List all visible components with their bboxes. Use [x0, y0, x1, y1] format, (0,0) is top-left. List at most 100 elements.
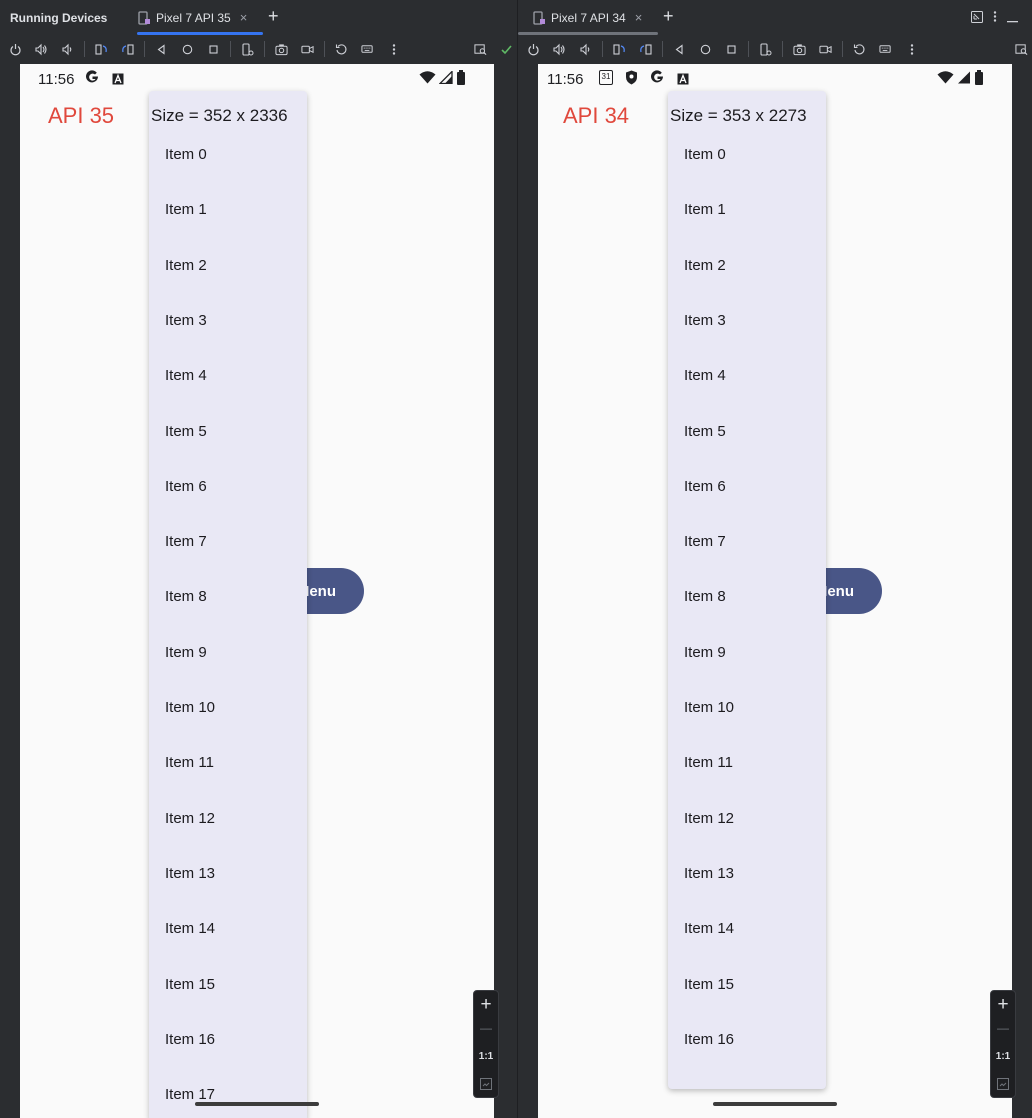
menu-item[interactable]: Item 12	[684, 810, 734, 827]
menu-item[interactable]: Item 0	[684, 146, 726, 163]
fit-screen-icon[interactable]	[997, 1077, 1009, 1095]
toolbar-separator	[144, 41, 145, 57]
layout-inspector-icon[interactable]	[1015, 43, 1028, 56]
device-screen-api-35[interactable]: 11:56 API 35 Menu Size = 352 x 2336 Item…	[20, 64, 494, 1118]
menu-item[interactable]: Item 0	[165, 146, 207, 163]
menu-item[interactable]: Item 2	[684, 257, 726, 274]
tab-pixel-7-api-35[interactable]: Pixel 7 API 35 ×	[137, 0, 263, 35]
reset-icon[interactable]	[853, 43, 866, 56]
menu-item[interactable]: Item 4	[165, 367, 207, 384]
menu-item[interactable]: Item 3	[165, 312, 207, 329]
menu-item[interactable]: Item 10	[684, 699, 734, 716]
tab-label: Pixel 7 API 34	[551, 10, 626, 25]
screen-record-icon[interactable]	[819, 43, 832, 56]
fit-screen-icon[interactable]	[480, 1077, 492, 1095]
menu-item[interactable]: Item 6	[684, 478, 726, 495]
home-icon[interactable]	[699, 43, 712, 56]
menu-item[interactable]: Item 1	[684, 201, 726, 218]
zoom-out-icon[interactable]: —	[474, 1021, 498, 1035]
layout-inspector-icon[interactable]	[474, 43, 487, 56]
menu-item[interactable]: Item 3	[684, 312, 726, 329]
screenshot-icon[interactable]	[275, 43, 288, 56]
window-actions	[971, 10, 1018, 28]
menu-item[interactable]: Item 14	[165, 920, 215, 937]
menu-item[interactable]: Item 9	[165, 644, 207, 661]
device-pane-left: Running Devices Pixel 7 API 35 × + 11:56…	[0, 0, 517, 1118]
keyboard-icon[interactable]	[361, 43, 374, 56]
overview-icon[interactable]	[207, 43, 220, 56]
screenshot-icon[interactable]	[793, 43, 806, 56]
menu-item[interactable]: Item 8	[165, 588, 207, 605]
minimize-window-icon[interactable]	[971, 10, 983, 28]
menu-item[interactable]: Item 14	[684, 920, 734, 937]
status-bar-time: 11:56	[547, 71, 584, 88]
menu-item[interactable]: Item 17	[165, 1086, 215, 1103]
add-device-icon[interactable]: +	[663, 6, 674, 27]
menu-item[interactable]: Item 9	[684, 644, 726, 661]
tab-pixel-7-api-34[interactable]: Pixel 7 API 34 ×	[518, 0, 658, 35]
toolbar-separator	[264, 41, 265, 57]
menu-item[interactable]: Item 8	[684, 588, 726, 605]
more-options-icon[interactable]	[905, 43, 918, 56]
menu-item[interactable]: Item 12	[165, 810, 215, 827]
power-icon[interactable]	[527, 43, 540, 56]
rotate-right-icon[interactable]	[639, 43, 652, 56]
menu-item[interactable]: Item 6	[165, 478, 207, 495]
toolbar-separator	[782, 41, 783, 57]
toolbar-separator	[84, 41, 85, 57]
gesture-navigation-bar[interactable]	[713, 1102, 837, 1106]
device-settings-icon[interactable]	[759, 42, 772, 56]
actual-size-button[interactable]: 1:1	[991, 1051, 1015, 1062]
more-options-icon[interactable]	[993, 10, 997, 28]
gesture-navigation-bar[interactable]	[195, 1102, 319, 1106]
close-icon[interactable]: ×	[635, 10, 643, 25]
power-icon[interactable]	[9, 43, 22, 56]
menu-item[interactable]: Item 2	[165, 257, 207, 274]
volume-up-icon[interactable]	[553, 43, 566, 56]
reset-icon[interactable]	[335, 43, 348, 56]
rotate-left-icon[interactable]	[613, 43, 626, 56]
menu-item[interactable]: Item 15	[684, 976, 734, 993]
add-device-icon[interactable]: +	[268, 6, 279, 27]
volume-down-icon[interactable]	[579, 43, 592, 56]
menu-item[interactable]: Item 13	[165, 865, 215, 882]
volume-down-icon[interactable]	[61, 43, 74, 56]
menu-item[interactable]: Item 1	[165, 201, 207, 218]
overview-icon[interactable]	[725, 43, 738, 56]
zoom-in-icon[interactable]: +	[474, 994, 498, 1016]
close-icon[interactable]: ×	[240, 10, 248, 25]
menu-item[interactable]: Item 15	[165, 976, 215, 993]
screen-record-icon[interactable]	[301, 43, 314, 56]
more-options-icon[interactable]	[387, 43, 400, 56]
inactive-tab-indicator	[518, 32, 658, 35]
keyboard-icon[interactable]	[879, 43, 892, 56]
home-icon[interactable]	[181, 43, 194, 56]
menu-item[interactable]: Item 13	[684, 865, 734, 882]
menu-item[interactable]: Item 5	[165, 423, 207, 440]
rotate-left-icon[interactable]	[95, 43, 108, 56]
menu-item[interactable]: Item 5	[684, 423, 726, 440]
device-screen-api-34[interactable]: 11:56 31 API 34 Menu Size = 353 x 2273 I…	[538, 64, 1012, 1118]
actual-size-button[interactable]: 1:1	[474, 1051, 498, 1062]
hide-panel-icon[interactable]	[1007, 10, 1018, 28]
zoom-out-icon[interactable]: —	[991, 1021, 1015, 1035]
tab-bar-right: Pixel 7 API 34 × +	[518, 0, 1032, 35]
menu-item[interactable]: Item 10	[165, 699, 215, 716]
menu-item[interactable]: Item 16	[165, 1031, 215, 1048]
volume-up-icon[interactable]	[35, 43, 48, 56]
device-pane-right: Pixel 7 API 34 × + 11:56 31 API 34 Menu …	[518, 0, 1032, 1118]
menu-item[interactable]: Item 7	[165, 533, 207, 550]
menu-item[interactable]: Item 11	[684, 754, 733, 771]
menu-item[interactable]: Item 16	[684, 1031, 734, 1048]
wifi-icon	[419, 71, 436, 84]
menu-item[interactable]: Item 11	[165, 754, 214, 771]
size-text: Size = 352 x 2336	[151, 106, 288, 125]
device-settings-icon[interactable]	[241, 42, 254, 56]
menu-item[interactable]: Item 4	[684, 367, 726, 384]
calendar-icon: 31	[599, 70, 613, 85]
back-icon[interactable]	[155, 43, 168, 56]
back-icon[interactable]	[673, 43, 686, 56]
rotate-right-icon[interactable]	[121, 43, 134, 56]
zoom-in-icon[interactable]: +	[991, 994, 1015, 1016]
menu-item[interactable]: Item 7	[684, 533, 726, 550]
